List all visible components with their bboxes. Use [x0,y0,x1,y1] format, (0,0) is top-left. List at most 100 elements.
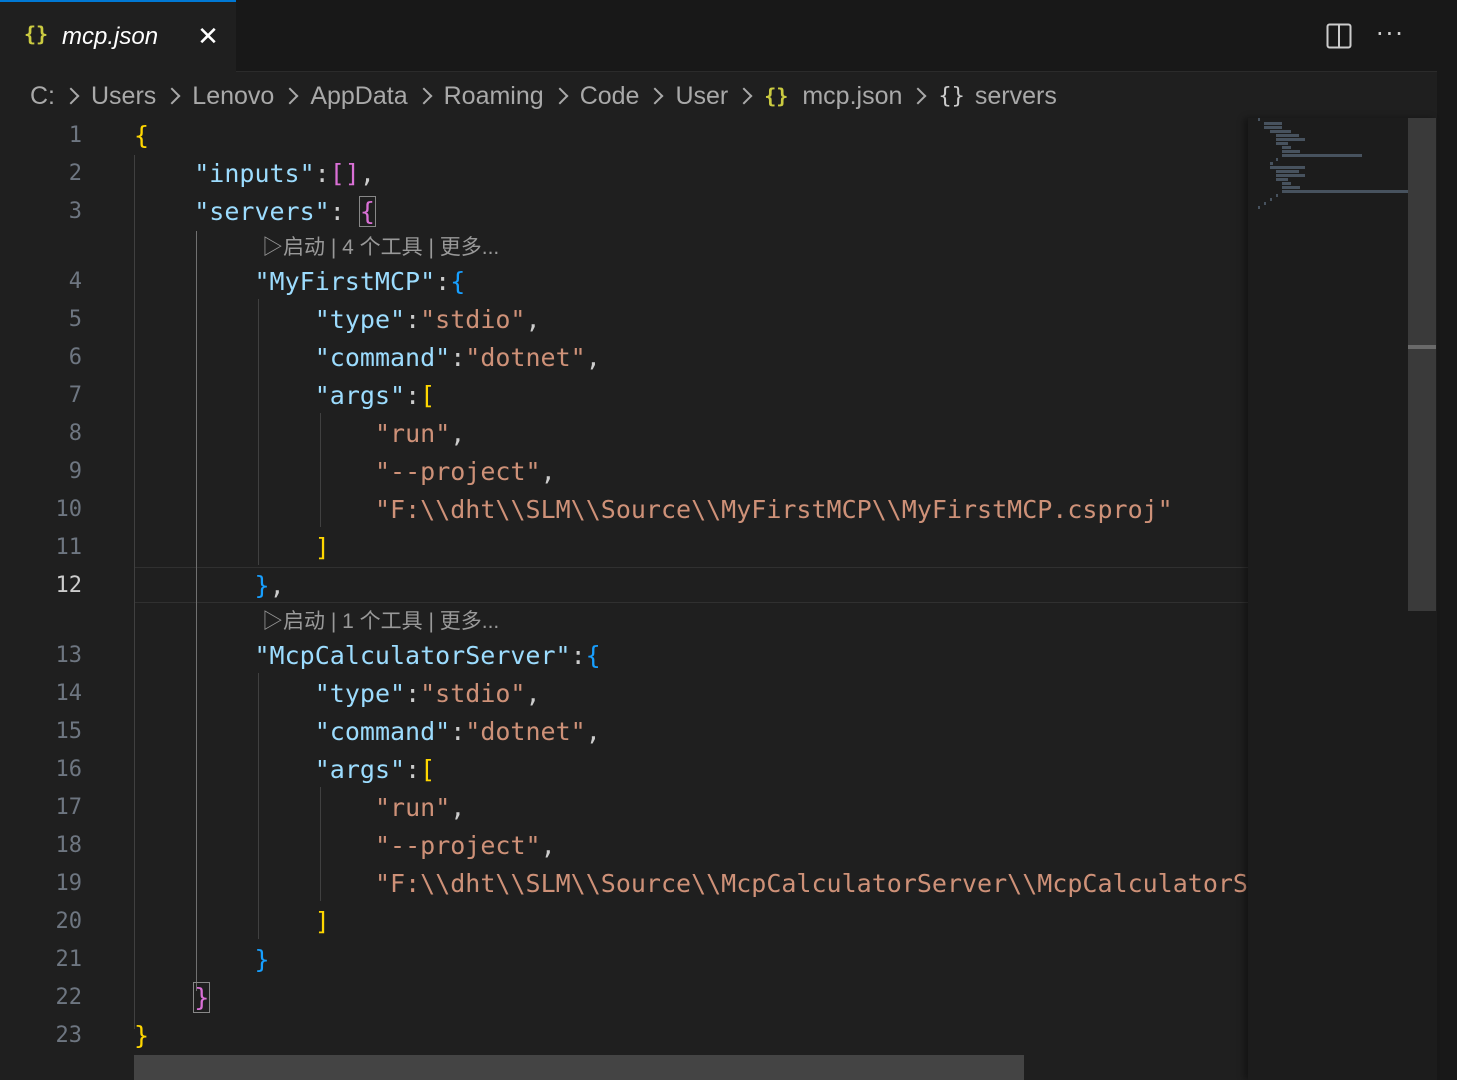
horizontal-scrollbar[interactable] [134,1055,1024,1080]
code-line[interactable]: }, [134,567,285,605]
chevron-right-icon [281,87,299,105]
breadcrumb-item-user[interactable]: User [675,82,728,111]
split-editor-icon[interactable] [1326,23,1352,49]
minimap-line [1276,158,1278,161]
minimap-line [1276,194,1278,197]
minimap-line [1270,166,1305,169]
code-line[interactable]: "run", [134,789,465,827]
minimap-line [1276,134,1299,137]
breadcrumb-item-code[interactable]: Code [580,82,640,111]
minimap-line [1258,118,1260,121]
line-number: 1 [68,123,82,148]
minimap-line [1264,202,1266,205]
code-line[interactable]: "F:\\dht\\SLM\\Source\\MyFirstMCP\\MyFir… [134,491,1173,529]
line-number: 16 [55,757,83,782]
window-edge [1437,0,1457,1080]
close-icon[interactable]: ✕ [193,19,223,55]
chevron-right-icon [646,87,664,105]
minimap-line [1282,150,1300,153]
code-line[interactable]: "type":"stdio", [134,675,541,713]
line-number: 13 [55,643,83,668]
line-number: 22 [55,985,83,1010]
chevron-right-icon [415,87,433,105]
code-line[interactable]: } [134,1017,149,1055]
line-number: 5 [68,307,82,332]
breadcrumb-item-users[interactable]: Users [91,82,156,111]
scrollbar-cursor-marker [1408,345,1436,349]
line-number: 4 [68,269,82,294]
tab-bar: {} mcp.json ✕ ··· [0,0,1437,72]
minimap-line [1276,170,1299,173]
line-number: 20 [55,909,83,934]
breadcrumb-item-appdata[interactable]: AppData [310,82,407,111]
more-actions-icon[interactable]: ··· [1376,20,1405,48]
line-number: 11 [55,535,83,560]
code-line[interactable]: "--project", [134,453,556,491]
line-number: 8 [68,421,82,446]
code-line[interactable]: "MyFirstMCP":{ [134,263,466,301]
minimap-line [1276,142,1288,145]
code-line[interactable]: ] [134,529,330,567]
line-number-active: 12 [55,573,83,598]
minimap-line [1282,186,1300,189]
minimap-line [1264,122,1282,125]
line-number: 3 [68,199,82,224]
json-file-icon: {} [24,22,49,46]
line-number: 6 [68,345,82,370]
line-number: 2 [68,161,82,186]
minimap-line [1276,138,1305,141]
tab-title[interactable]: mcp.json [62,23,158,51]
minimap-line [1270,198,1272,201]
line-number: 23 [55,1023,83,1048]
tab-mcp-json[interactable]: {} mcp.json ✕ [0,0,236,72]
minimap-line [1282,182,1291,185]
line-number: 21 [55,947,83,972]
code-line[interactable]: "servers": { [134,193,376,231]
codelens-start-mcpcalculatorserver[interactable]: ▷启动 | 1 个工具 | 更多... [262,605,499,639]
current-line-highlight [134,567,1248,603]
minimap-line [1276,178,1288,181]
chevron-right-icon [551,87,569,105]
vertical-scrollbar[interactable] [1408,118,1436,611]
object-symbol-icon: {} [938,83,965,109]
chevron-right-icon [909,87,927,105]
code-line[interactable]: "args":[ [134,751,435,789]
code-line[interactable]: "F:\\dht\\SLM\\Source\\McpCalculatorServ… [134,865,1248,903]
line-number: 15 [55,719,83,744]
code-line[interactable]: "McpCalculatorServer":{ [134,637,601,675]
code-line[interactable]: "command":"dotnet", [134,339,601,377]
breadcrumb-item-file[interactable]: mcp.json [802,82,902,111]
minimap-line [1270,130,1291,133]
line-number: 14 [55,681,83,706]
code-line[interactable]: "command":"dotnet", [134,713,601,751]
code-line[interactable]: "inputs":[], [134,155,375,193]
breadcrumb-item-roaming[interactable]: Roaming [444,82,544,111]
minimap-line [1270,162,1273,165]
chevron-right-icon [163,87,181,105]
minimap-line [1276,174,1305,177]
chevron-right-icon [735,87,753,105]
breadcrumb: C: Users Lenovo AppData Roaming Code Use… [30,79,1057,113]
code-line[interactable]: "type":"stdio", [134,301,541,339]
breadcrumb-item-symbol[interactable]: servers [975,82,1057,111]
code-line[interactable]: "run", [134,415,465,453]
json-file-icon: {} [764,84,789,108]
codelens-start-myfirstmcp[interactable]: ▷启动 | 4 个工具 | 更多... [262,231,499,265]
code-editor[interactable]: 1 2 3 4 5 6 7 8 9 10 11 12 13 14 15 16 1… [0,118,1248,1080]
line-number: 18 [55,833,83,858]
code-line[interactable]: } [134,941,270,979]
code-line[interactable]: "args":[ [134,377,435,415]
breadcrumb-item-lenovo[interactable]: Lenovo [192,82,274,111]
line-number: 9 [68,459,82,484]
chevron-right-icon [62,87,80,105]
minimap-content [1258,118,1420,210]
code-line[interactable]: "--project", [134,827,556,865]
minimap-line [1282,146,1291,149]
code-line[interactable]: } [134,979,211,1017]
minimap-line [1282,154,1362,157]
line-number: 7 [68,383,82,408]
code-line[interactable]: ] [134,903,330,941]
line-number: 17 [55,795,83,820]
code-line[interactable]: { [134,118,149,155]
breadcrumb-item-drive[interactable]: C: [30,82,55,111]
